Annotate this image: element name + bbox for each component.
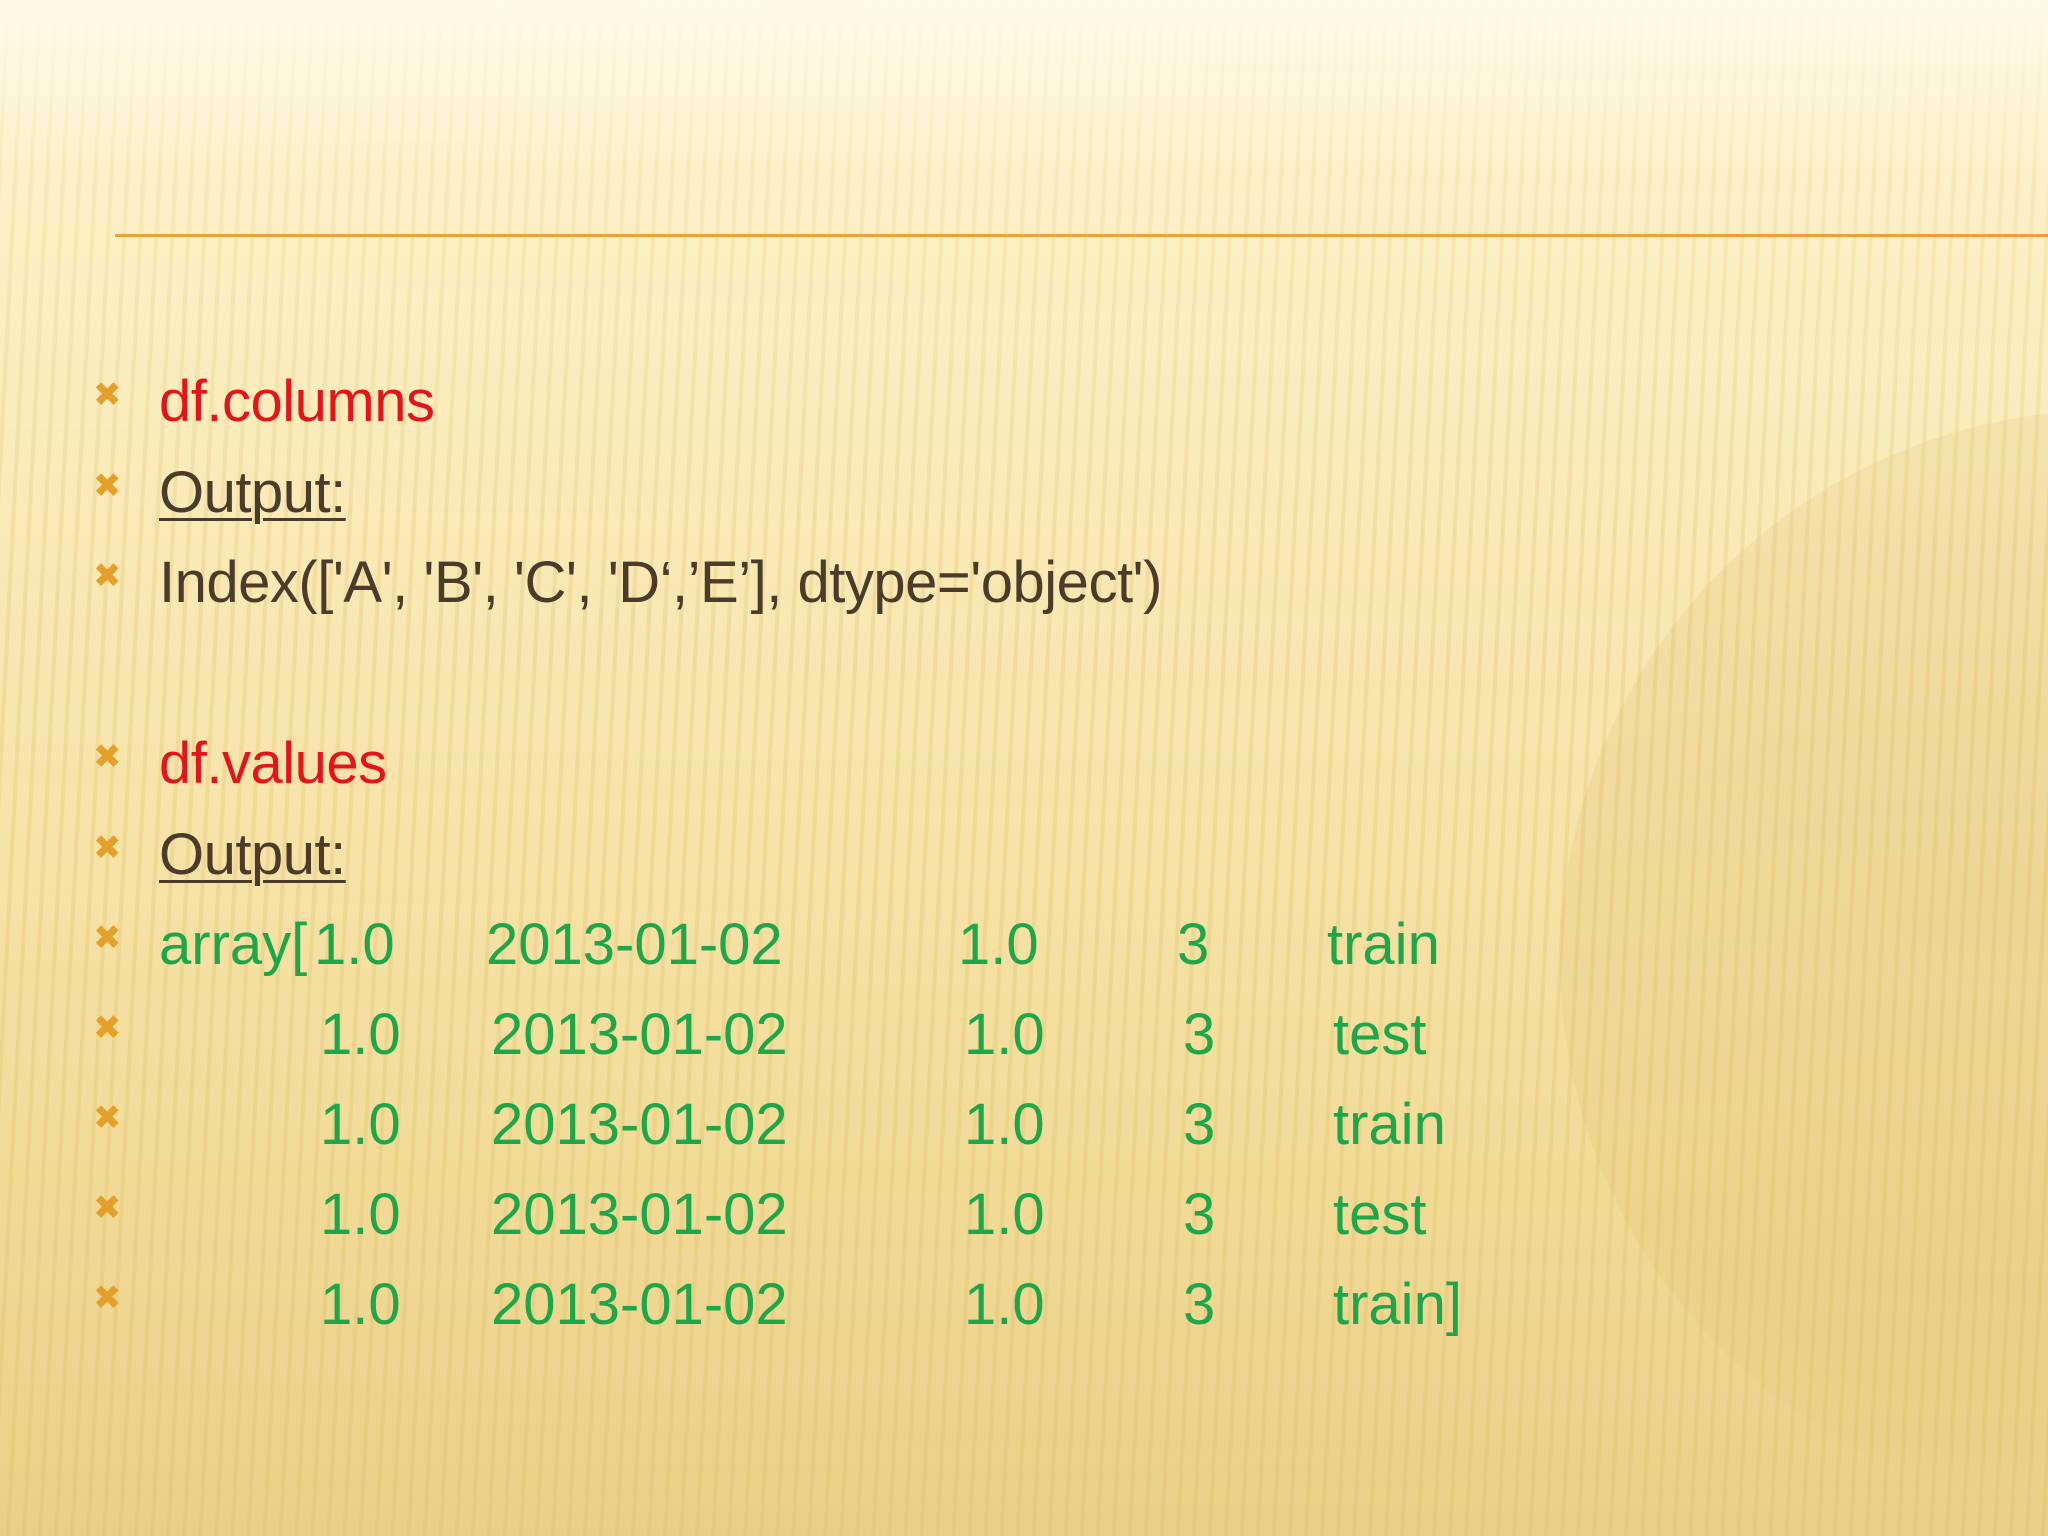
array-prefix: array[ — [159, 912, 308, 977]
array-cell: train — [1327, 912, 1440, 977]
array-row: ✖ 1.0 2013-01-02 1.0 3 test — [0, 1175, 2048, 1255]
array-row: ✖ array[ 1.0 2013-01-02 1.0 3 train — [0, 905, 2048, 985]
x-mark-icon: ✖ — [93, 1098, 122, 1138]
code-text: df.columns — [159, 369, 435, 434]
array-cell: 1.0 — [964, 1092, 1045, 1157]
array-row: ✖ 1.0 2013-01-02 1.0 3 test — [0, 995, 2048, 1075]
array-cell: 1.0 — [958, 912, 1039, 977]
bullet-item: ✖ Output: — [0, 453, 2048, 533]
array-cell: 3 — [1183, 1182, 1216, 1247]
x-mark-icon: ✖ — [93, 556, 122, 596]
array-cell: 1.0 — [320, 1182, 401, 1247]
x-mark-icon: ✖ — [93, 918, 122, 958]
array-cell: 1.0 — [320, 1092, 401, 1157]
array-cell: train — [1333, 1092, 1446, 1157]
array-row: ✖ 1.0 2013-01-02 1.0 3 train — [0, 1085, 2048, 1165]
output-label: Output: — [159, 460, 346, 525]
array-cell: test — [1333, 1182, 1427, 1247]
code-text: df.values — [159, 731, 387, 796]
array-cell: 1.0 — [964, 1182, 1045, 1247]
array-cell: 1.0 — [320, 1272, 401, 1337]
bullet-item: ✖ df.values — [0, 724, 2048, 804]
array-cell: 1.0 — [964, 1002, 1045, 1067]
array-cell: test — [1333, 1002, 1427, 1067]
bullet-item: ✖ Output: — [0, 815, 2048, 895]
bullet-item: ✖ Index(['A', 'B', 'C', 'D‘,’E’], dtype=… — [0, 543, 2048, 623]
array-cell: 3 — [1177, 912, 1210, 977]
x-mark-icon: ✖ — [93, 1008, 122, 1048]
output-label: Output: — [159, 822, 346, 887]
array-cell: 3 — [1183, 1002, 1216, 1067]
x-mark-icon: ✖ — [93, 1278, 122, 1318]
x-mark-icon: ✖ — [93, 828, 122, 868]
array-row: ✖ 1.0 2013-01-02 1.0 3 train] — [0, 1265, 2048, 1345]
array-cell: 3 — [1183, 1092, 1216, 1157]
array-cell: 1.0 — [964, 1272, 1045, 1337]
x-mark-icon: ✖ — [93, 1188, 122, 1228]
x-mark-icon: ✖ — [93, 737, 122, 777]
array-cell: 3 — [1183, 1272, 1216, 1337]
x-mark-icon: ✖ — [93, 466, 122, 506]
array-cell: 1.0 — [320, 1002, 401, 1067]
array-cell: 1.0 — [314, 912, 395, 977]
array-cell: 2013-01-02 — [491, 1272, 788, 1337]
x-mark-icon: ✖ — [93, 375, 122, 415]
array-cell: 2013-01-02 — [491, 1002, 788, 1067]
bullet-item: ✖ df.columns — [0, 362, 2048, 442]
array-cell: 2013-01-02 — [486, 912, 783, 977]
array-cell: train] — [1333, 1272, 1462, 1337]
array-cell: 2013-01-02 — [491, 1182, 788, 1247]
slide: ✖ df.columns ✖ Output: ✖ Index(['A', 'B'… — [0, 0, 2048, 1536]
bullet-list: ✖ df.columns ✖ Output: ✖ Index(['A', 'B'… — [0, 0, 2048, 1536]
array-cell: 2013-01-02 — [491, 1092, 788, 1157]
output-text: Index(['A', 'B', 'C', 'D‘,’E’], dtype='o… — [159, 550, 1162, 615]
